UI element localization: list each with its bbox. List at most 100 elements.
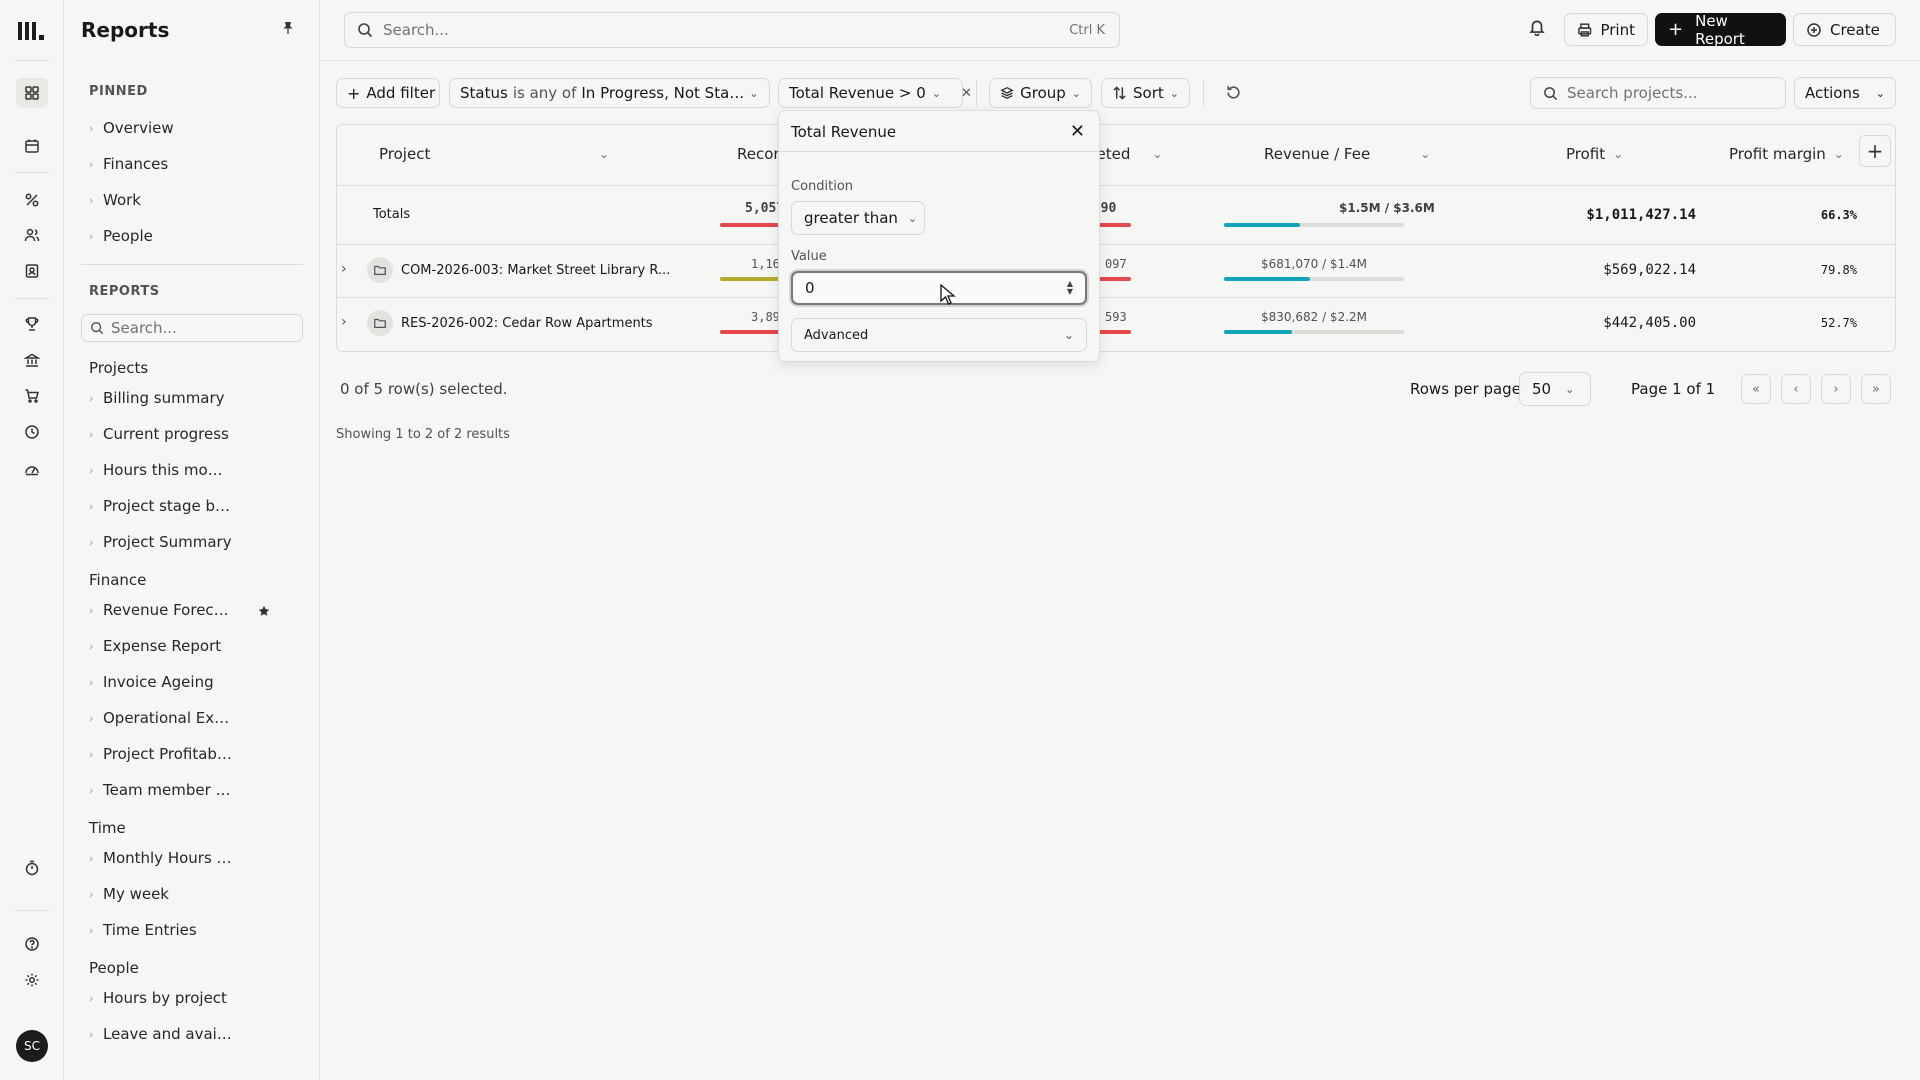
number-stepper[interactable]: ▲ ▼: [1067, 280, 1073, 296]
sidebar-search-input[interactable]: Search...: [81, 314, 303, 342]
report-item[interactable]: › Monthly Hours …: [89, 849, 299, 867]
contacts-icon[interactable]: [20, 259, 44, 283]
clock-icon[interactable]: [20, 420, 44, 444]
help-icon[interactable]: [20, 932, 44, 956]
condition-select[interactable]: greater than ⌄: [791, 201, 925, 235]
report-item[interactable]: › Expense Report: [89, 637, 299, 655]
pinned-item-finances[interactable]: › Finances: [89, 155, 299, 173]
chevron-down-icon: ⌄: [1169, 86, 1179, 100]
chevron-down-icon: ⌄: [1420, 147, 1431, 161]
popover-divider: [779, 151, 1099, 152]
report-item[interactable]: › Project Summary: [89, 533, 299, 551]
actions-button[interactable]: Actions ⌄: [1794, 77, 1896, 109]
prev-page-button[interactable]: ‹: [1781, 374, 1811, 404]
advanced-toggle[interactable]: Advanced ⌄: [791, 318, 1087, 352]
report-item[interactable]: › Project Profitab…: [89, 745, 299, 763]
calendar-icon[interactable]: [20, 134, 44, 158]
rail-divider: [15, 298, 49, 299]
gear-icon[interactable]: [20, 968, 44, 992]
value-input[interactable]: 0 ▲ ▼: [791, 271, 1087, 305]
value-label: Value: [791, 249, 827, 264]
reset-icon[interactable]: [1225, 84, 1242, 105]
sort-icon: [1113, 86, 1126, 100]
timer-icon[interactable]: [20, 856, 44, 880]
chevron-right-icon: ›: [89, 887, 94, 901]
plus-circle-icon: [1807, 22, 1821, 37]
first-page-button[interactable]: «: [1741, 374, 1771, 404]
trophy-icon[interactable]: [20, 312, 44, 336]
group-button[interactable]: Group ⌄: [989, 78, 1092, 108]
column-header-revenue-fee[interactable]: Revenue / Fee ⌄: [1264, 145, 1430, 163]
results-summary: Showing 1 to 2 of 2 results: [336, 427, 510, 442]
group-finance-label: Finance: [89, 571, 147, 589]
report-item[interactable]: › Hours this mo…: [89, 461, 299, 479]
report-item[interactable]: › Operational Ex…: [89, 709, 299, 727]
close-icon[interactable]: ✕: [961, 86, 972, 101]
sort-button[interactable]: Sort ⌄: [1101, 78, 1190, 108]
row-budgeted: 593: [1105, 310, 1127, 324]
search-shortcut: Ctrl K: [1069, 22, 1105, 38]
rows-per-page-label: Rows per page: [1410, 380, 1521, 398]
report-item[interactable]: › Billing summary: [89, 389, 299, 407]
totals-revenue-fee: $1.5M / $3.6M: [1339, 201, 1435, 215]
chevron-right-icon: ›: [89, 675, 94, 689]
add-filter-button[interactable]: + Add filter: [336, 78, 440, 108]
search-projects-input[interactable]: Search projects...: [1530, 77, 1786, 109]
rail-divider: [15, 910, 49, 911]
report-item[interactable]: › My week: [89, 885, 299, 903]
reports-icon[interactable]: [20, 456, 44, 480]
chevron-right-icon: ›: [89, 229, 94, 243]
chevron-right-icon: ›: [89, 499, 94, 513]
app-logo[interactable]: [18, 18, 50, 40]
star-icon[interactable]: [258, 603, 270, 621]
column-header-project[interactable]: Project ⌄: [379, 145, 614, 163]
pinned-item-people[interactable]: › People: [89, 227, 299, 245]
bell-icon[interactable]: [1528, 18, 1546, 40]
project-name[interactable]: RES-2026-002: Cedar Row Apartments: [401, 316, 653, 331]
table-row[interactable]: › COM-2026-003: Market Street Library R.…: [337, 245, 1895, 298]
revenue-filter-popover: Total Revenue ✕ Condition greater than ⌄…: [778, 110, 1100, 362]
pinned-item-overview[interactable]: › Overview: [89, 119, 299, 137]
print-button[interactable]: Print: [1564, 13, 1648, 46]
dashboard-icon[interactable]: [16, 78, 48, 108]
project-name[interactable]: COM-2026-003: Market Street Library R...: [401, 263, 670, 278]
chevron-right-icon[interactable]: ›: [341, 261, 347, 277]
column-header-profit-margin[interactable]: Profit margin ⌄: [1729, 145, 1844, 163]
create-button[interactable]: Create: [1793, 13, 1896, 46]
report-item[interactable]: › Project stage b…: [89, 497, 299, 515]
next-page-button[interactable]: ›: [1821, 374, 1851, 404]
new-report-button[interactable]: + New Report: [1655, 12, 1786, 48]
report-item[interactable]: › Hours by project: [89, 989, 299, 1007]
status-filter-chip[interactable]: Status is any of In Progress, Not Sta… ⌄…: [449, 78, 790, 108]
report-item[interactable]: › Time Entries: [89, 921, 299, 939]
close-icon[interactable]: ✕: [1070, 121, 1085, 142]
top-bar: Search... Ctrl K Print + New Report Crea…: [320, 0, 1920, 61]
reports-sidebar: Reports PINNED › Overview › Finances › Work…: [64, 0, 320, 1080]
pin-icon[interactable]: [280, 20, 296, 40]
report-item[interactable]: › Leave and avai…: [89, 1025, 299, 1043]
users-icon[interactable]: [20, 223, 44, 247]
revenue-filter-chip[interactable]: Total Revenue > 0 ⌄ ✕: [778, 78, 972, 108]
column-header-profit[interactable]: Profit ⌄: [1566, 145, 1623, 163]
chevron-right-icon[interactable]: ›: [341, 314, 347, 330]
bank-icon[interactable]: [20, 348, 44, 372]
last-page-button[interactable]: »: [1861, 374, 1891, 404]
avatar[interactable]: SC: [16, 1030, 48, 1062]
global-search-input[interactable]: Search... Ctrl K: [344, 12, 1120, 48]
chevron-down-icon: ⌄: [1152, 147, 1163, 161]
report-item[interactable]: › Current progress: [89, 425, 299, 443]
chevron-down-icon: ⌄: [749, 86, 759, 100]
chevron-right-icon: ›: [89, 639, 94, 653]
table-row[interactable]: › RES-2026-002: Cedar Row Apartments 3,8…: [337, 298, 1895, 351]
report-item[interactable]: › Team member …: [89, 781, 299, 799]
pinned-item-work[interactable]: › Work: [89, 191, 299, 209]
plus-icon: +: [1668, 19, 1684, 40]
tools-icon[interactable]: [20, 188, 44, 212]
report-table: Project ⌄ Recor geted ⌄ Revenue / Fee ⌄ Pro…: [336, 124, 1896, 352]
report-item[interactable]: › Invoice Ageing: [89, 673, 299, 691]
chevron-down-icon: ⌄: [907, 211, 918, 225]
add-column-button[interactable]: +: [1859, 135, 1891, 167]
rows-per-page-select[interactable]: 50 ⌄: [1519, 372, 1591, 406]
column-header-recorded[interactable]: Recor: [737, 145, 780, 163]
cart-icon[interactable]: [20, 384, 44, 408]
